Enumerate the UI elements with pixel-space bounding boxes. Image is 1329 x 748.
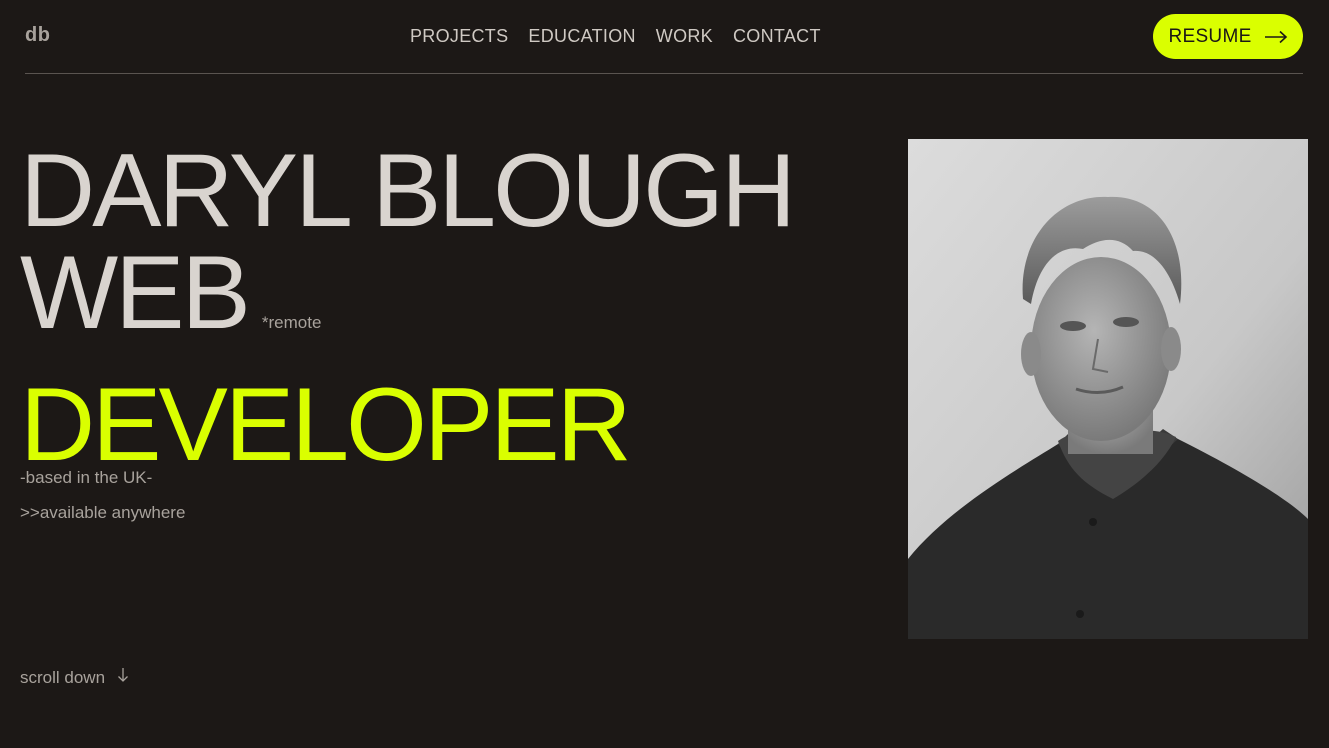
header-divider [25, 73, 1303, 74]
nav-link-projects[interactable]: PROJECTS [410, 26, 508, 47]
availability-text: >>available anywhere [20, 503, 186, 522]
scroll-down-link[interactable]: scroll down [20, 667, 129, 688]
main-nav: PROJECTS EDUCATION WORK CONTACT [410, 26, 821, 47]
nav-link-work[interactable]: WORK [656, 26, 713, 47]
nav-link-education[interactable]: EDUCATION [528, 26, 635, 47]
location-text: -based in the UK- [20, 468, 153, 487]
remote-note: *remote [261, 313, 322, 332]
hero-name: DARYL BLOUGH [20, 133, 796, 249]
hero-role-web: WEB [20, 235, 251, 351]
resume-button[interactable]: RESUME [1153, 14, 1303, 59]
resume-button-label: RESUME [1168, 25, 1252, 47]
portrait-photo [908, 139, 1308, 639]
site-header: db PROJECTS EDUCATION WORK CONTACT RESUM… [0, 0, 1329, 74]
hero-role-line-1: WEB *remote [20, 241, 880, 374]
logo[interactable]: db [25, 24, 50, 47]
hero-heading: DARYL BLOUGH WEB *remote DEVELOPER [20, 133, 880, 483]
arrow-down-icon [117, 667, 129, 688]
nav-link-contact[interactable]: CONTACT [733, 26, 821, 47]
arrow-right-icon [1264, 26, 1288, 48]
hero-role-line-2: DEVELOPER [20, 367, 632, 483]
scroll-down-label: scroll down [20, 667, 106, 687]
